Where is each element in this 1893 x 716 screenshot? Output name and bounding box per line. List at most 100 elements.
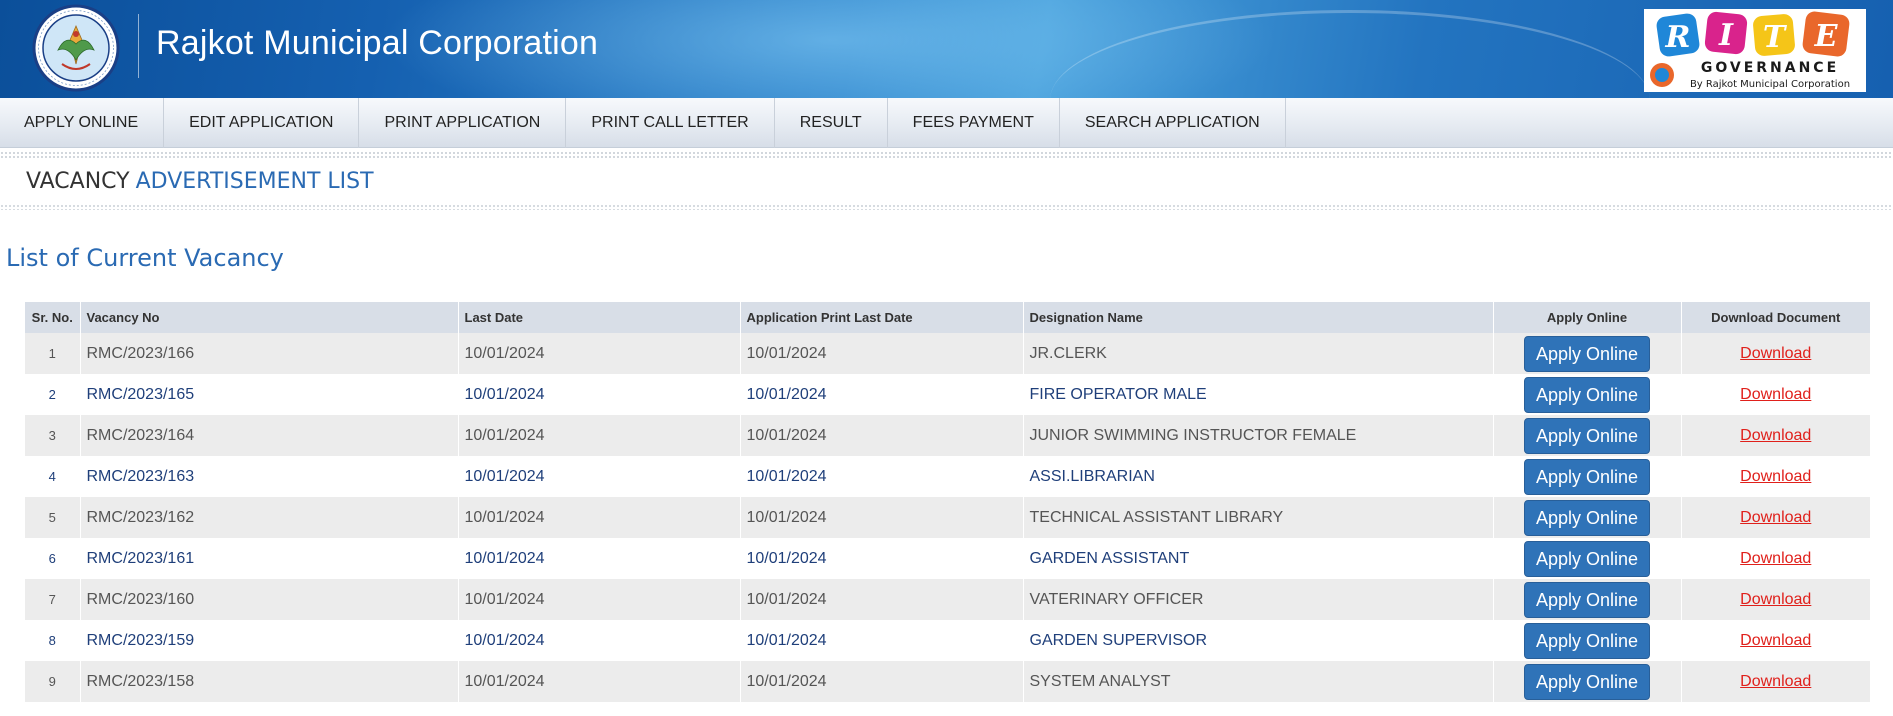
table-row: 5 RMC/2023/162 10/01/2024 10/01/2024 TECHNIC… bbox=[25, 497, 1871, 538]
col-last-date: Last Date bbox=[458, 302, 741, 333]
cell-download: Download bbox=[1681, 374, 1871, 415]
download-link[interactable]: Download bbox=[1740, 386, 1811, 403]
divider-band bbox=[0, 151, 1893, 159]
download-link[interactable]: Download bbox=[1740, 673, 1811, 690]
cell-designation: VATERINARY OFFICER bbox=[1023, 579, 1494, 620]
col-sr-no: Sr. No. bbox=[25, 302, 81, 333]
cell-apply-online: Apply Online bbox=[1493, 415, 1682, 456]
apply-online-button[interactable]: Apply Online bbox=[1523, 540, 1651, 577]
site-title: Rajkot Municipal Corporation bbox=[156, 24, 599, 62]
cell-designation: ASSI.LIBRARIAN bbox=[1023, 456, 1494, 497]
cell-designation: SYSTEM ANALYST bbox=[1023, 661, 1494, 702]
download-link[interactable]: Download bbox=[1740, 632, 1811, 649]
download-link[interactable]: Download bbox=[1740, 550, 1811, 567]
cell-apply-online: Apply Online bbox=[1493, 456, 1682, 497]
apply-online-button[interactable]: Apply Online bbox=[1523, 663, 1651, 700]
download-link[interactable]: Download bbox=[1740, 427, 1811, 444]
cell-vacancy-no: RMC/2023/164 bbox=[80, 415, 459, 456]
download-link[interactable]: Download bbox=[1740, 345, 1811, 362]
cell-sr-no: 8 bbox=[25, 620, 81, 661]
apply-online-button[interactable]: Apply Online bbox=[1523, 622, 1651, 659]
cell-sr-no: 6 bbox=[25, 538, 81, 579]
apply-online-button[interactable]: Apply Online bbox=[1523, 458, 1651, 495]
nav-edit-application[interactable]: EDIT APPLICATION bbox=[164, 97, 360, 148]
cell-sr-no: 5 bbox=[25, 497, 81, 538]
header-divider bbox=[138, 14, 139, 78]
page-title-part1: VACANCY bbox=[26, 169, 130, 194]
cell-print-last-date: 10/01/2024 bbox=[740, 661, 1024, 702]
cell-sr-no: 1 bbox=[25, 333, 81, 374]
page-title-part2: ADVERTISEMENT LIST bbox=[135, 169, 374, 194]
table-row: 8 RMC/2023/159 10/01/2024 10/01/2024 GARDEN … bbox=[25, 620, 1871, 661]
cell-print-last-date: 10/01/2024 bbox=[740, 579, 1024, 620]
nav-apply-online[interactable]: APPLY ONLINE bbox=[0, 97, 165, 148]
cell-vacancy-no: RMC/2023/159 bbox=[80, 620, 459, 661]
cell-print-last-date: 10/01/2024 bbox=[740, 415, 1024, 456]
cell-last-date: 10/01/2024 bbox=[458, 333, 741, 374]
cell-sr-no: 2 bbox=[25, 374, 81, 415]
cell-last-date: 10/01/2024 bbox=[458, 538, 741, 579]
cell-designation: FIRE OPERATOR MALE bbox=[1023, 374, 1494, 415]
table-row: 1 RMC/2023/166 10/01/2024 10/01/2024 JR.CLER… bbox=[25, 333, 1871, 374]
rmc-seal-icon[interactable] bbox=[32, 4, 120, 92]
cell-print-last-date: 10/01/2024 bbox=[740, 374, 1024, 415]
section-title: List of Current Vacancy bbox=[6, 244, 284, 272]
cell-download: Download bbox=[1681, 333, 1871, 374]
cell-download: Download bbox=[1681, 538, 1871, 579]
svg-text:By Rajkot Municipal Corporatio: By Rajkot Municipal Corporation bbox=[1690, 79, 1850, 90]
divider-band-2 bbox=[0, 204, 1893, 210]
svg-text:GOVERNANCE: GOVERNANCE bbox=[1701, 60, 1839, 76]
col-vacancy-no: Vacancy No bbox=[80, 302, 459, 333]
table-row: 7 RMC/2023/160 10/01/2024 10/01/2024 VATERIN… bbox=[25, 579, 1871, 620]
table-row: 2 RMC/2023/165 10/01/2024 10/01/2024 FIRE OP… bbox=[25, 374, 1871, 415]
apply-online-button[interactable]: Apply Online bbox=[1523, 376, 1651, 413]
nav-result[interactable]: RESULT bbox=[775, 97, 888, 148]
table-row: 9 RMC/2023/158 10/01/2024 10/01/2024 SYSTEM … bbox=[25, 661, 1871, 702]
cell-sr-no: 3 bbox=[25, 415, 81, 456]
table-header-row: Sr. No. Vacancy No Last Date Application… bbox=[25, 302, 1871, 333]
cell-download: Download bbox=[1681, 415, 1871, 456]
cell-sr-no: 4 bbox=[25, 456, 81, 497]
svg-text:I: I bbox=[1718, 18, 1734, 53]
svg-text:R: R bbox=[1665, 20, 1691, 55]
svg-text:E: E bbox=[1814, 19, 1839, 54]
table-row: 3 RMC/2023/164 10/01/2024 10/01/2024 JUNIOR … bbox=[25, 415, 1871, 456]
cell-apply-online: Apply Online bbox=[1493, 538, 1682, 579]
cell-print-last-date: 10/01/2024 bbox=[740, 333, 1024, 374]
cell-last-date: 10/01/2024 bbox=[458, 620, 741, 661]
cell-apply-online: Apply Online bbox=[1493, 497, 1682, 538]
site-header: Rajkot Municipal Corporation R I T E GOV… bbox=[0, 0, 1893, 98]
nav-search-application[interactable]: SEARCH APPLICATION bbox=[1060, 97, 1286, 148]
cell-designation: TECHNICAL ASSISTANT LIBRARY bbox=[1023, 497, 1494, 538]
download-link[interactable]: Download bbox=[1740, 468, 1811, 485]
table-body: 1 RMC/2023/166 10/01/2024 10/01/2024 JR.CLER… bbox=[25, 333, 1871, 702]
apply-online-button[interactable]: Apply Online bbox=[1523, 581, 1651, 618]
download-link[interactable]: Download bbox=[1740, 591, 1811, 608]
cell-print-last-date: 10/01/2024 bbox=[740, 538, 1024, 579]
nav-fees-payment[interactable]: FEES PAYMENT bbox=[888, 97, 1060, 148]
cell-download: Download bbox=[1681, 620, 1871, 661]
table-row: 4 RMC/2023/163 10/01/2024 10/01/2024 ASSI.LI… bbox=[25, 456, 1871, 497]
cell-vacancy-no: RMC/2023/161 bbox=[80, 538, 459, 579]
apply-online-button[interactable]: Apply Online bbox=[1523, 499, 1651, 536]
table-row: 6 RMC/2023/161 10/01/2024 10/01/2024 GARDEN … bbox=[25, 538, 1871, 579]
cell-last-date: 10/01/2024 bbox=[458, 579, 741, 620]
rite-governance-logo[interactable]: R I T E GOVERNANCE By Rajkot Municipal C… bbox=[1644, 9, 1866, 92]
cell-last-date: 10/01/2024 bbox=[458, 374, 741, 415]
cell-vacancy-no: RMC/2023/166 bbox=[80, 333, 459, 374]
cell-download: Download bbox=[1681, 497, 1871, 538]
download-link[interactable]: Download bbox=[1740, 509, 1811, 526]
cell-designation: JR.CLERK bbox=[1023, 333, 1494, 374]
col-apply-online: Apply Online bbox=[1493, 302, 1682, 333]
cell-download: Download bbox=[1681, 661, 1871, 702]
apply-online-button[interactable]: Apply Online bbox=[1523, 335, 1651, 372]
nav-print-call-letter[interactable]: PRINT CALL LETTER bbox=[566, 97, 775, 148]
page-title: VACANCY ADVERTISEMENT LIST bbox=[0, 159, 1893, 204]
cell-vacancy-no: RMC/2023/162 bbox=[80, 497, 459, 538]
cell-download: Download bbox=[1681, 579, 1871, 620]
nav-print-application[interactable]: PRINT APPLICATION bbox=[359, 97, 567, 148]
apply-online-button[interactable]: Apply Online bbox=[1523, 417, 1651, 454]
vacancy-table-container: Sr. No. Vacancy No Last Date Application… bbox=[25, 302, 1871, 702]
cell-sr-no: 7 bbox=[25, 579, 81, 620]
cell-vacancy-no: RMC/2023/158 bbox=[80, 661, 459, 702]
